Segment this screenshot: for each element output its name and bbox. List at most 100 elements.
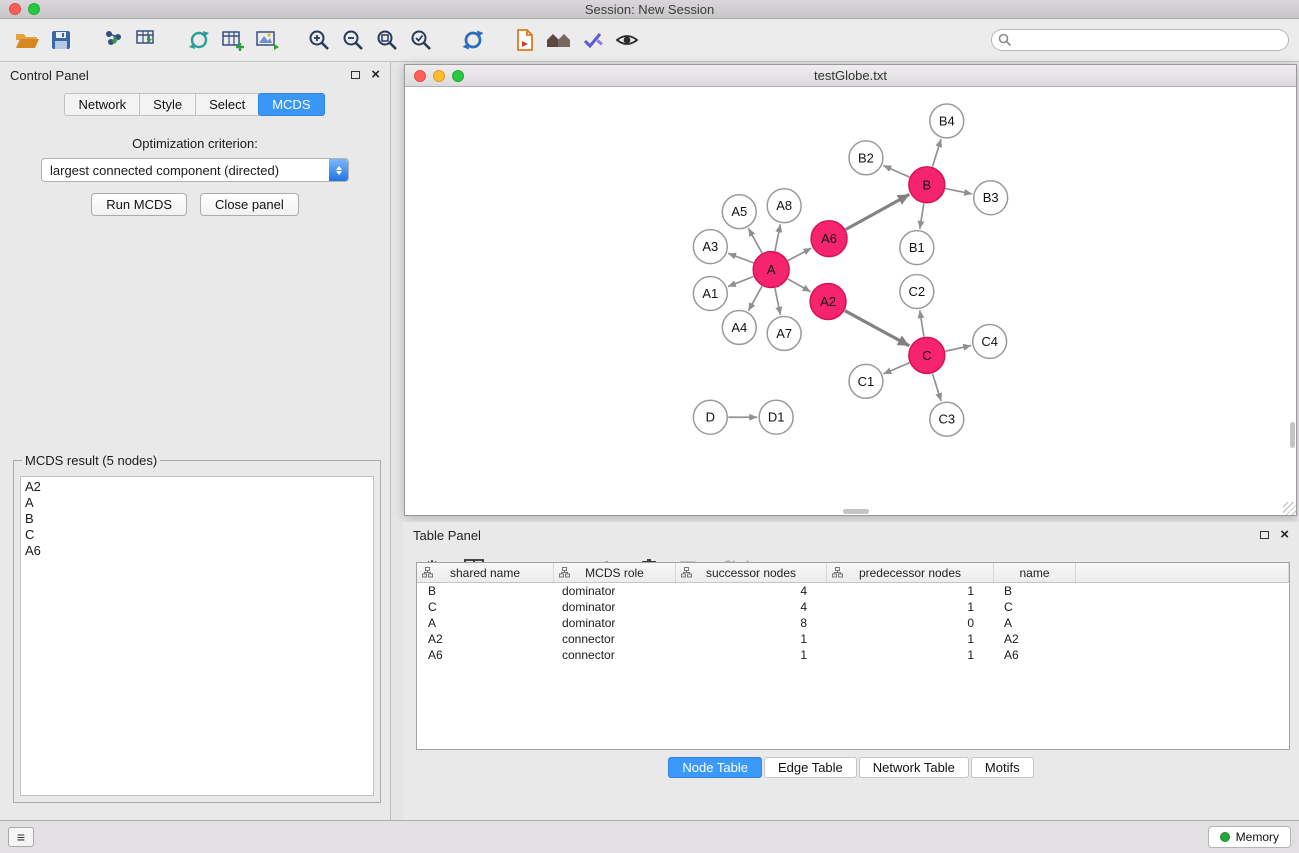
save-session-icon[interactable] (44, 23, 78, 57)
float-panel-icon[interactable] (351, 71, 360, 79)
criterion-dropdown[interactable]: largest connected component (directed) (41, 158, 349, 182)
table-row[interactable]: Adominator80A (417, 615, 1289, 631)
window-titlebar[interactable]: Session: New Session (0, 0, 1299, 19)
graph-node-C1[interactable]: C1 (849, 364, 883, 398)
table-tab-node-table[interactable]: Node Table (668, 757, 762, 778)
graph-edge-A-A1[interactable] (728, 277, 754, 287)
graph-node-A2[interactable]: A2 (810, 284, 846, 320)
export-document-icon[interactable] (508, 23, 542, 57)
graph-node-A3[interactable]: A3 (693, 230, 727, 264)
zoom-window-button[interactable] (28, 3, 40, 15)
mcds-result-item[interactable]: A2 (25, 479, 369, 495)
graph-node-C[interactable]: C (909, 337, 945, 373)
zoom-selected-icon[interactable] (404, 23, 438, 57)
graph-edge-C-C4[interactable] (945, 346, 971, 352)
check-pen-icon[interactable] (576, 23, 610, 57)
resize-grip[interactable] (1283, 502, 1296, 515)
table-row[interactable]: Bdominator41B (417, 583, 1289, 599)
graph-node-A6[interactable]: A6 (811, 221, 847, 257)
graph-edge-A-A7[interactable] (775, 288, 780, 315)
table-tab-motifs[interactable]: Motifs (971, 757, 1034, 778)
zoom-in-icon[interactable] (302, 23, 336, 57)
column-header-predecessor-nodes[interactable]: predecessor nodes (827, 563, 994, 582)
graph-node-B1[interactable]: B1 (900, 231, 934, 265)
vertical-scrollbar[interactable] (1290, 422, 1295, 448)
close-panel-icon[interactable]: × (371, 70, 380, 80)
tab-mcds[interactable]: MCDS (258, 93, 324, 116)
graph-node-B4[interactable]: B4 (930, 104, 964, 138)
column-header-successor-nodes[interactable]: successor nodes (676, 563, 827, 582)
memory-button[interactable]: Memory (1208, 826, 1291, 848)
graph-node-B[interactable]: B (909, 167, 945, 203)
column-header-name[interactable]: name (994, 563, 1076, 582)
zoom-fit-icon[interactable] (370, 23, 404, 57)
graph-edge-A-A8[interactable] (775, 224, 780, 251)
search-input[interactable] (991, 29, 1289, 51)
graph-edge-C-C3[interactable] (932, 373, 941, 401)
column-header-mcds-role[interactable]: MCDS role (554, 563, 676, 582)
graph-node-A1[interactable]: A1 (693, 277, 727, 311)
network-graph[interactable]: B4 B2 B B3 A5 A8 A6 B1 A3 A C2 A1 A2 A4 A7 C4 C C1 C3 D D1 (405, 87, 1296, 515)
import-network-from-file-icon[interactable] (96, 23, 130, 57)
network-zoom-button[interactable] (452, 70, 464, 82)
network-canvas[interactable]: B4 B2 B B3 A5 A8 A6 B1 A3 A C2 A1 A2 A4 A7 C4 C C1 C3 D D1 (405, 87, 1296, 515)
graph-edge-A-A2[interactable] (788, 279, 811, 292)
graph-node-B3[interactable]: B3 (974, 181, 1008, 215)
graph-edge-A-A6[interactable] (788, 248, 812, 261)
graph-edge-B-B1[interactable] (920, 203, 924, 228)
graph-edge-C-C2[interactable] (920, 310, 924, 336)
table-row[interactable]: A2connector11A2 (417, 631, 1289, 647)
close-window-button[interactable] (9, 3, 21, 15)
dropdown-stepper-icon[interactable] (329, 159, 348, 181)
graph-edge-A2-C[interactable] (845, 311, 910, 346)
graph-edge-A-A3[interactable] (728, 253, 753, 263)
apply-layout-icon[interactable] (456, 23, 490, 57)
table-tab-network-table[interactable]: Network Table (859, 757, 969, 778)
graph-edge-C-C1[interactable] (883, 363, 909, 374)
task-history-icon[interactable]: ≡ (8, 827, 34, 847)
graph-node-A7[interactable]: A7 (767, 316, 801, 350)
home-icon[interactable] (542, 23, 576, 57)
tab-style[interactable]: Style (139, 93, 196, 116)
graph-edge-B-B2[interactable] (883, 166, 909, 178)
network-window-titlebar[interactable]: testGlobe.txt (405, 65, 1296, 87)
graph-edge-A6-B[interactable] (846, 194, 910, 229)
new-table-icon[interactable] (216, 23, 250, 57)
graph-node-C4[interactable]: C4 (973, 324, 1007, 358)
graph-edge-B-B4[interactable] (932, 139, 941, 167)
tab-select[interactable]: Select (195, 93, 259, 116)
table-row[interactable]: A6connector11A6 (417, 647, 1289, 663)
mcds-result-item[interactable]: C (25, 527, 369, 543)
mcds-result-item[interactable]: A6 (25, 543, 369, 559)
graph-node-A4[interactable]: A4 (722, 310, 756, 344)
horizontal-scrollbar[interactable] (843, 509, 869, 514)
mcds-result-item[interactable]: A (25, 495, 369, 511)
graph-edge-A-A4[interactable] (748, 286, 762, 311)
export-image-icon[interactable] (250, 23, 284, 57)
graph-node-A8[interactable]: A8 (767, 189, 801, 223)
graph-edge-B-B3[interactable] (945, 189, 972, 194)
graph-node-B2[interactable]: B2 (849, 141, 883, 175)
zoom-out-icon[interactable] (336, 23, 370, 57)
table-tab-edge-table[interactable]: Edge Table (764, 757, 857, 778)
tab-network[interactable]: Network (64, 93, 140, 116)
graph-node-A5[interactable]: A5 (722, 195, 756, 229)
mcds-result-list[interactable]: A2ABCA6 (20, 476, 374, 796)
graph-node-D1[interactable]: D1 (759, 400, 793, 434)
close-panel-button[interactable]: Close panel (200, 193, 299, 216)
column-header-shared-name[interactable]: shared name (417, 563, 554, 582)
float-table-panel-icon[interactable] (1260, 531, 1269, 539)
graph-node-A[interactable]: A (753, 252, 789, 288)
graph-node-D[interactable]: D (693, 400, 727, 434)
import-table-from-file-icon[interactable] (130, 23, 164, 57)
network-minimize-button[interactable] (433, 70, 445, 82)
open-file-icon[interactable] (10, 23, 44, 57)
table-row[interactable]: Cdominator41C (417, 599, 1289, 615)
new-network-icon[interactable] (182, 23, 216, 57)
eye-icon[interactable] (610, 23, 644, 57)
graph-node-C2[interactable]: C2 (900, 275, 934, 309)
graph-edge-A-A5[interactable] (748, 228, 762, 253)
graph-node-C3[interactable]: C3 (930, 402, 964, 436)
run-mcds-button[interactable]: Run MCDS (91, 193, 187, 216)
close-table-panel-icon[interactable]: × (1280, 530, 1289, 540)
